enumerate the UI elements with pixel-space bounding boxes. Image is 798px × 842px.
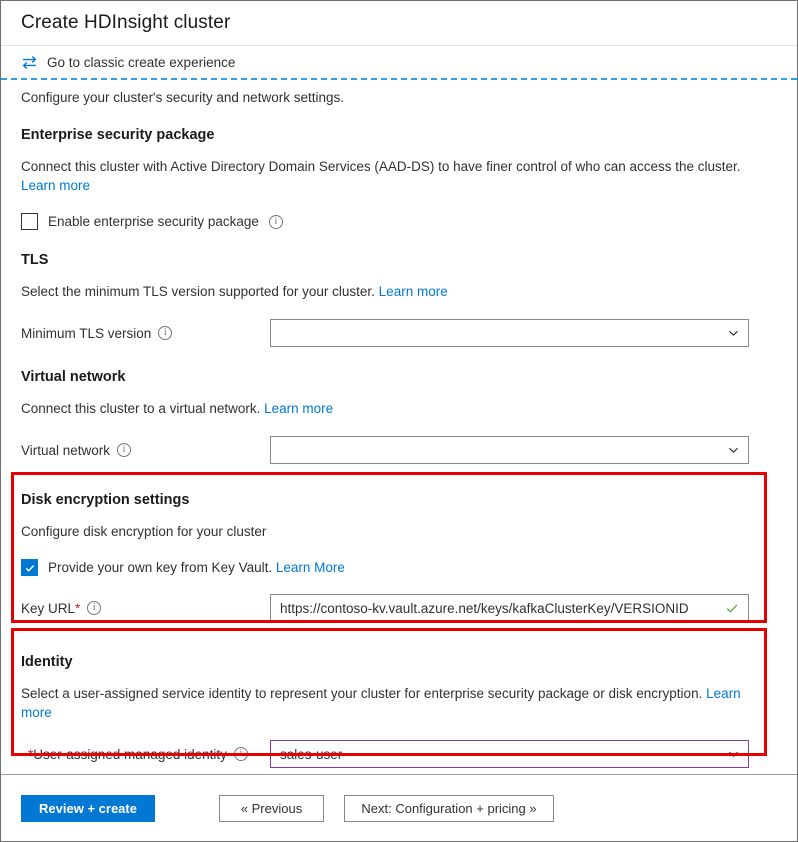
tls-learn-more-link[interactable]: Learn more xyxy=(379,284,448,299)
create-hdinsight-cluster-page: Create HDInsight cluster Go to classic c… xyxy=(0,0,798,842)
vnet-desc-text: Connect this cluster to a virtual networ… xyxy=(21,401,265,416)
virtual-network-label: Virtual network xyxy=(21,442,111,458)
section-title-identity: Identity xyxy=(21,654,73,670)
managed-identity-value: sales-user xyxy=(280,746,343,762)
provide-own-key-checkbox[interactable] xyxy=(21,559,38,576)
key-url-info-icon[interactable]: i xyxy=(87,601,102,615)
titlebar: Create HDInsight cluster xyxy=(1,1,797,46)
key-url-text: Key URL xyxy=(21,600,76,616)
managed-identity-label: *User-assigned managed identity xyxy=(28,747,227,762)
vnet-field-row: Virtual network i xyxy=(21,436,777,464)
key-url-required-asterisk: * xyxy=(75,600,81,616)
enable-esp-checkbox[interactable] xyxy=(21,213,38,230)
section-desc-esp: Connect this cluster with Active Directo… xyxy=(21,157,756,195)
section-desc-tls: Select the minimum TLS version supported… xyxy=(21,282,756,301)
managed-identity-text: User-assigned managed identity xyxy=(33,746,227,762)
esp-desc-text: Connect this cluster with Active Directo… xyxy=(21,159,741,174)
previous-button[interactable]: « Previous xyxy=(219,794,324,822)
identity-info-icon[interactable]: i xyxy=(233,747,248,761)
intro-text: Configure your cluster's security and ne… xyxy=(21,90,344,105)
classic-experience-bar[interactable]: Go to classic create experience xyxy=(1,46,797,78)
min-tls-version-label-group: Minimum TLS version i xyxy=(21,326,270,341)
vnet-learn-more-link[interactable]: Learn more xyxy=(264,401,333,416)
virtual-network-dropdown[interactable] xyxy=(270,436,749,464)
section-desc-disk: Configure disk encryption for your clust… xyxy=(21,524,267,539)
form-body: Configure your cluster's security and ne… xyxy=(1,80,797,768)
section-desc-vnet: Connect this cluster to a virtual networ… xyxy=(21,399,756,418)
esp-info-icon[interactable]: i xyxy=(268,214,283,229)
managed-identity-label-group: *User-assigned managed identity i xyxy=(21,747,270,762)
disk-learn-more-link[interactable]: Learn More xyxy=(276,560,345,575)
review-create-button[interactable]: Review + create xyxy=(21,794,155,822)
key-url-label-group: Key URL* i xyxy=(21,601,270,616)
footer-action-bar: Review + create « Previous Next: Configu… xyxy=(1,774,797,841)
section-title-vnet: Virtual network xyxy=(21,369,126,385)
virtual-network-label-group: Virtual network i xyxy=(21,443,270,458)
esp-learn-more-link[interactable]: Learn more xyxy=(21,178,90,193)
chevron-down-icon xyxy=(727,327,740,340)
tls-desc-text: Select the minimum TLS version supported… xyxy=(21,284,379,299)
esp-checkbox-row[interactable]: Enable enterprise security package i xyxy=(21,213,777,230)
page-title: Create HDInsight cluster xyxy=(21,12,231,33)
provide-own-key-label: Provide your own key from Key Vault. Lea… xyxy=(48,560,345,575)
swap-arrows-icon xyxy=(21,54,38,71)
enable-esp-label: Enable enterprise security package xyxy=(48,214,259,229)
min-tls-version-dropdown[interactable] xyxy=(270,319,749,347)
provide-own-key-text: Provide your own key from Key Vault. xyxy=(48,560,273,575)
section-title-esp: Enterprise security package xyxy=(21,127,215,143)
key-url-label: Key URL* xyxy=(21,601,80,616)
tls-field-row: Minimum TLS version i xyxy=(21,319,777,347)
user-assigned-managed-identity-dropdown[interactable]: sales-user xyxy=(270,740,749,768)
key-url-value: https://contoso-kv.vault.azure.net/keys/… xyxy=(280,600,689,616)
section-title-tls: TLS xyxy=(21,252,49,268)
section-desc-identity: Select a user-assigned service identity … xyxy=(21,684,756,722)
valid-check-icon xyxy=(725,601,739,615)
identity-desc-text: Select a user-assigned service identity … xyxy=(21,686,707,701)
section-title-disk: Disk encryption settings xyxy=(21,492,190,508)
disk-checkbox-row[interactable]: Provide your own key from Key Vault. Lea… xyxy=(21,559,777,576)
chevron-down-icon xyxy=(727,444,740,457)
key-url-field-row: Key URL* i https://contoso-kv.vault.azur… xyxy=(21,594,777,622)
vnet-info-icon[interactable]: i xyxy=(117,443,132,457)
next-configuration-pricing-button[interactable]: Next: Configuration + pricing » xyxy=(344,794,554,822)
key-url-input[interactable]: https://contoso-kv.vault.azure.net/keys/… xyxy=(270,594,749,622)
chevron-down-icon xyxy=(727,748,740,761)
min-tls-version-label: Minimum TLS version xyxy=(21,325,152,341)
classic-experience-label: Go to classic create experience xyxy=(47,54,236,70)
tls-info-icon[interactable]: i xyxy=(158,326,173,340)
identity-field-row: *User-assigned managed identity i sales-… xyxy=(21,740,777,768)
